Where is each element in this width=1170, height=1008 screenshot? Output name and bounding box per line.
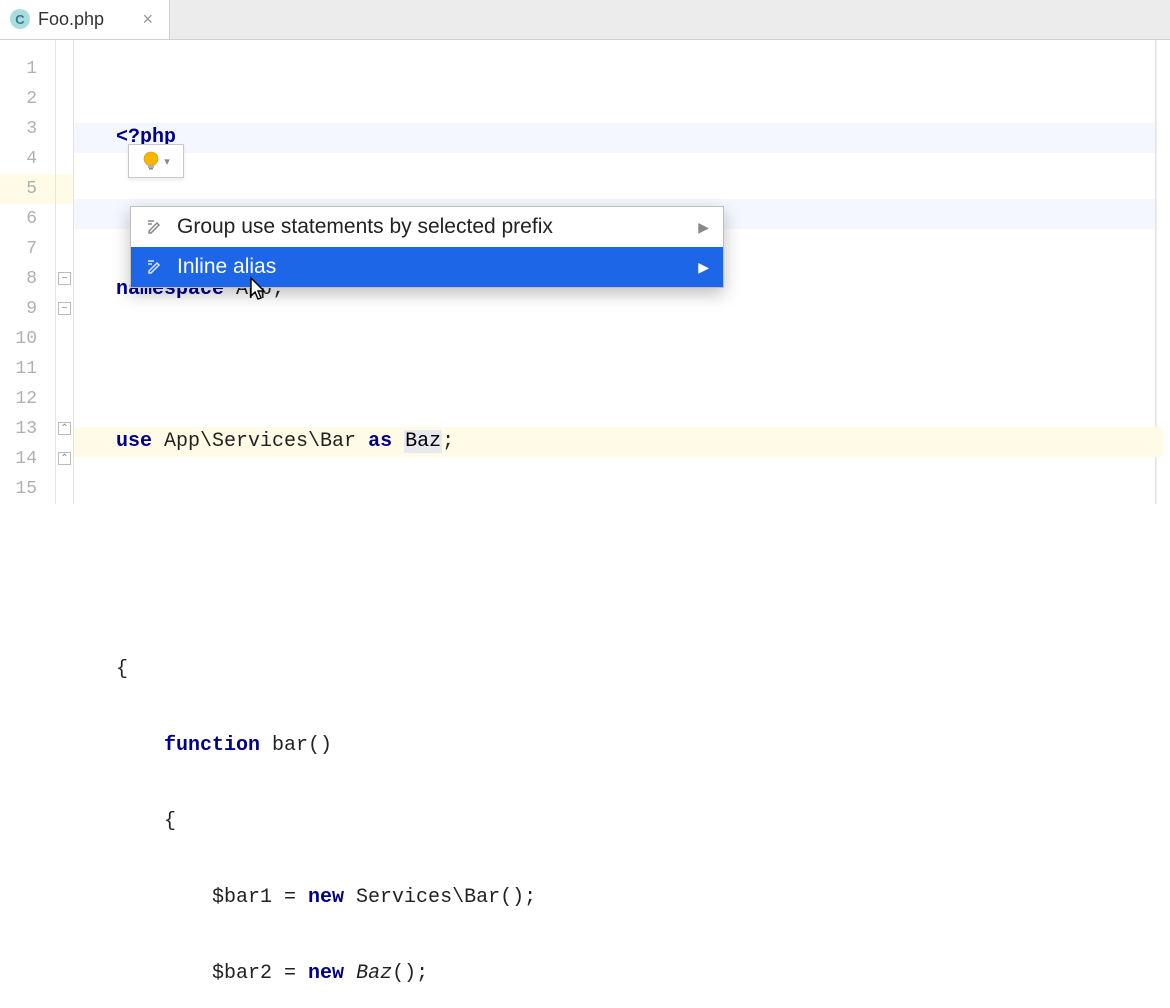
code-text: bar(): [260, 734, 332, 757]
code-text: [344, 962, 356, 985]
chevron-right-icon: ▶: [698, 259, 709, 276]
line-number[interactable]: 12: [0, 384, 55, 414]
menu-item-label: Group use statements by selected prefix: [177, 215, 553, 239]
code-text: App\Services\Bar: [152, 430, 368, 453]
code-line: [116, 351, 1155, 381]
line-number[interactable]: 6: [0, 204, 55, 234]
menu-item-group-use[interactable]: Group use statements by selected prefix …: [131, 207, 723, 247]
code-line: [116, 579, 1155, 609]
fold-toggle-icon[interactable]: −: [58, 302, 71, 315]
fold-gutter: − − ⌃ ⌃: [56, 40, 74, 504]
file-type-icon: C: [10, 9, 30, 29]
keyword-new: new: [308, 886, 344, 909]
close-tab-icon[interactable]: ×: [138, 9, 157, 30]
alias-highlight: Baz: [404, 430, 442, 453]
line-number[interactable]: 14: [0, 444, 55, 474]
line-number[interactable]: 3: [0, 114, 55, 144]
code-text: [116, 734, 164, 757]
code-text: Services\Bar();: [344, 886, 536, 909]
keyword-function: function: [164, 734, 260, 757]
keyword-use: use: [116, 430, 152, 453]
menu-item-inline-alias[interactable]: Inline alias ▶: [131, 247, 723, 287]
lightbulb-icon: [142, 151, 160, 171]
code-text: ;: [442, 430, 454, 453]
tab-filename: Foo.php: [38, 9, 104, 30]
tab-bar: C Foo.php ×: [0, 0, 1170, 40]
code-text: ();: [392, 962, 428, 985]
code-text: $bar2 =: [116, 962, 308, 985]
intention-bulb[interactable]: ▾: [128, 144, 184, 178]
class-ref-italic: Baz: [356, 962, 392, 985]
chevron-down-icon: ▾: [164, 155, 170, 168]
intention-popup: Group use statements by selected prefix …: [130, 206, 724, 288]
line-number[interactable]: 5: [0, 174, 55, 204]
line-number[interactable]: 4: [0, 144, 55, 174]
line-number[interactable]: 2: [0, 84, 55, 114]
keyword-new: new: [308, 962, 344, 985]
keyword-as: as: [368, 430, 392, 453]
code-text: {: [116, 810, 176, 833]
line-number[interactable]: 7: [0, 234, 55, 264]
code-text: {: [116, 658, 128, 681]
line-number[interactable]: 1: [0, 54, 55, 84]
line-number[interactable]: 13: [0, 414, 55, 444]
pencil-icon: [145, 217, 165, 237]
fold-toggle-icon[interactable]: −: [58, 272, 71, 285]
code-line: [116, 503, 1155, 533]
line-number[interactable]: 10: [0, 324, 55, 354]
line-number-gutter: 1 2 3 4 5 6 7 8 9 10 11 12 13 14 15: [0, 40, 56, 504]
menu-item-label: Inline alias: [177, 255, 276, 279]
line-number[interactable]: 8: [0, 264, 55, 294]
pencil-icon: [145, 257, 165, 277]
line-number[interactable]: 11: [0, 354, 55, 384]
editor-tab[interactable]: C Foo.php ×: [0, 0, 170, 39]
line-number[interactable]: 15: [0, 474, 55, 504]
code-text: [392, 430, 404, 453]
fold-end-icon[interactable]: ⌃: [58, 422, 71, 435]
code-text: $bar1 =: [116, 886, 308, 909]
fold-end-icon[interactable]: ⌃: [58, 452, 71, 465]
line-number[interactable]: 9: [0, 294, 55, 324]
chevron-right-icon: ▶: [698, 219, 709, 236]
